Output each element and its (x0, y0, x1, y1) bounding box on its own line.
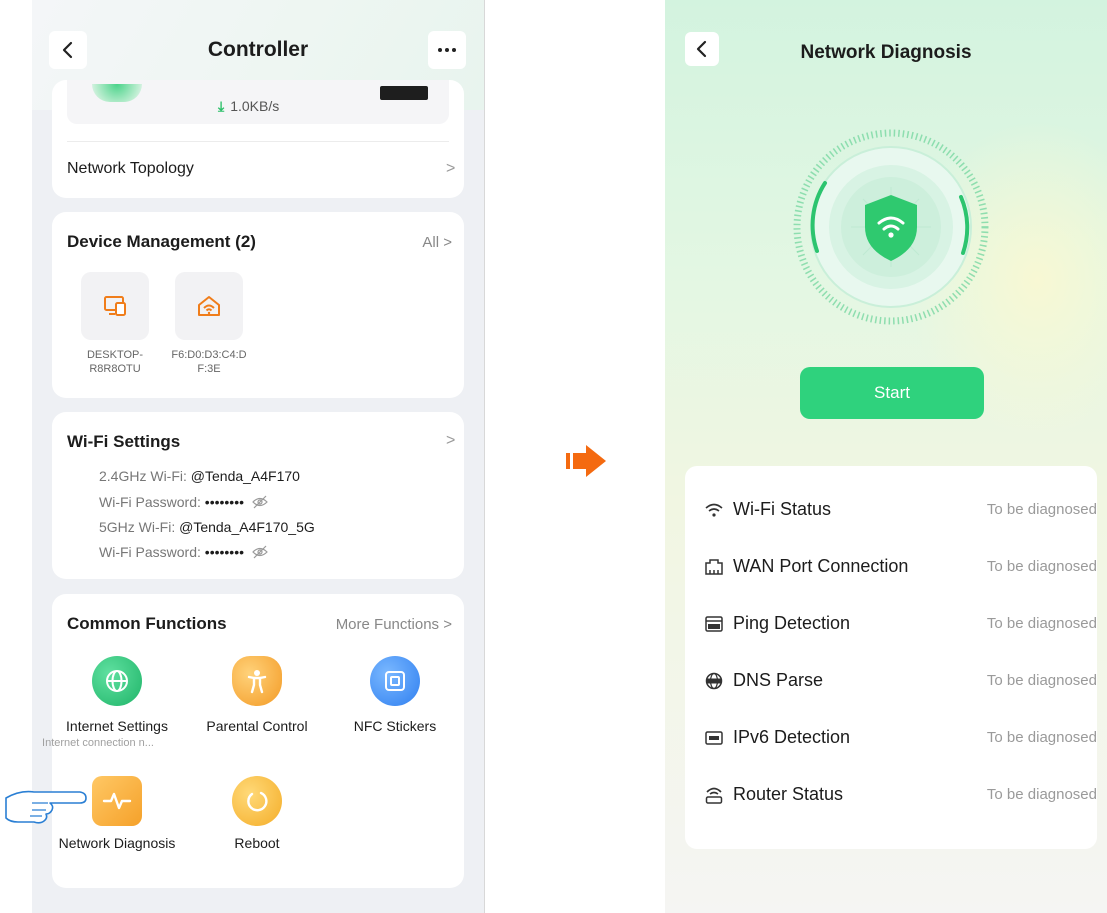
nfc-stickers-label: NFC Stickers (353, 718, 437, 734)
diagnosis-list: Wi-Fi Status To be diagnosed WAN Port Co… (685, 466, 1097, 849)
ipv6-icon (705, 729, 723, 747)
wifi-5g-password-line: Wi-Fi Password: •••••••• (99, 544, 268, 560)
diag-status: To be diagnosed (986, 729, 1097, 746)
device-name-desktop: DESKTOP- R8R8OTU (86, 349, 144, 375)
parental-control-button[interactable] (232, 656, 282, 706)
wifi-24-password-line: Wi-Fi Password: •••••••• (99, 494, 268, 510)
globe-icon (106, 670, 128, 692)
radar-illustration (793, 129, 989, 325)
list-item: Wi-Fi Status To be diagnosed (685, 495, 1097, 525)
wifi-icon (705, 501, 723, 519)
reboot-icon (247, 791, 268, 812)
more-button[interactable] (428, 31, 466, 69)
start-button[interactable]: Start (800, 367, 984, 419)
internet-settings-button[interactable] (92, 656, 142, 706)
diag-name: WAN Port Connection (733, 556, 909, 576)
controller-screen: Controller Network Topology > ⤓ 1.0KB/s D… (32, 0, 484, 913)
more-functions-link[interactable]: More Functions > (336, 616, 452, 633)
list-item: Router Status To be diagnosed (685, 780, 1097, 810)
diag-name: Wi-Fi Status (733, 499, 832, 519)
list-item: WAN Port Connection To be diagnosed (685, 552, 1097, 582)
eye-hidden-icon[interactable] (252, 545, 268, 559)
device-node-icon (380, 86, 428, 100)
screen-divider (484, 0, 485, 913)
device-management-title: Device Management (2) (67, 232, 256, 251)
chevron-right-icon: > (446, 160, 456, 177)
dns-icon (705, 672, 723, 690)
network-diagnosis-label: Network Diagnosis (58, 835, 176, 851)
diag-name: IPv6 Detection (733, 727, 851, 747)
internet-settings-subtitle: Internet connection n... (42, 737, 154, 749)
diag-status: To be diagnosed (986, 786, 1097, 803)
diag-name: Ping Detection (733, 613, 851, 633)
divider (67, 141, 449, 142)
nfc-icon (385, 671, 405, 691)
download-arrow-icon: ⤓ (218, 98, 225, 114)
common-functions-title: Common Functions (67, 614, 227, 633)
device-tile-home[interactable] (175, 272, 243, 340)
list-item: Ping Detection To be diagnosed (685, 609, 1097, 639)
network-diagnosis-screen: Network Diagnosis Start Wi-Fi Status To … (665, 0, 1107, 913)
device-name-home: F6:D0:D3:C4:D F:3E (171, 349, 247, 375)
reboot-label: Reboot (234, 835, 280, 851)
list-item: IPv6 Detection To be diagnosed (685, 723, 1097, 753)
diag-status: To be diagnosed (986, 558, 1097, 575)
pulse-icon (102, 792, 132, 810)
arrow-right-icon (566, 445, 606, 477)
router-icon (705, 786, 723, 804)
device-tile-desktop[interactable] (81, 272, 149, 340)
wifi-5g-line: 5GHz Wi-Fi: @Tenda_A4F170_5G (99, 519, 315, 535)
nfc-stickers-button[interactable] (370, 656, 420, 706)
all-devices-link[interactable]: All > (422, 234, 452, 251)
diag-status: To be diagnosed (986, 672, 1097, 689)
reboot-button[interactable] (232, 776, 282, 826)
diag-name: Router Status (733, 784, 844, 804)
wifi-24-line: 2.4GHz Wi-Fi: @Tenda_A4F170 (99, 468, 300, 484)
diag-status: To be diagnosed (986, 501, 1097, 518)
network-topology-label[interactable]: Network Topology (67, 160, 194, 178)
home-wifi-icon (198, 296, 220, 316)
internet-settings-label: Internet Settings (66, 718, 168, 734)
list-item: DNS Parse To be diagnosed (685, 666, 1097, 696)
child-shield-icon (247, 670, 267, 694)
wifi-settings-title: Wi-Fi Settings (67, 432, 181, 451)
diag-status: To be diagnosed (986, 615, 1097, 632)
pointing-hand-icon (5, 790, 87, 824)
wan-port-icon (705, 558, 723, 576)
diag-name: DNS Parse (733, 670, 824, 690)
page-title: Network Diagnosis (800, 42, 972, 63)
computer-icon (104, 296, 126, 316)
download-speed: ⤓ 1.0KB/s (218, 98, 280, 114)
network-diagnosis-button[interactable] (92, 776, 142, 826)
parental-control-label: Parental Control (206, 718, 308, 734)
more-dots-icon (438, 48, 456, 52)
page-title: Controller (207, 38, 309, 61)
ping-icon (705, 615, 723, 633)
chevron-right-icon: > (446, 432, 456, 449)
eye-hidden-icon[interactable] (252, 495, 268, 509)
